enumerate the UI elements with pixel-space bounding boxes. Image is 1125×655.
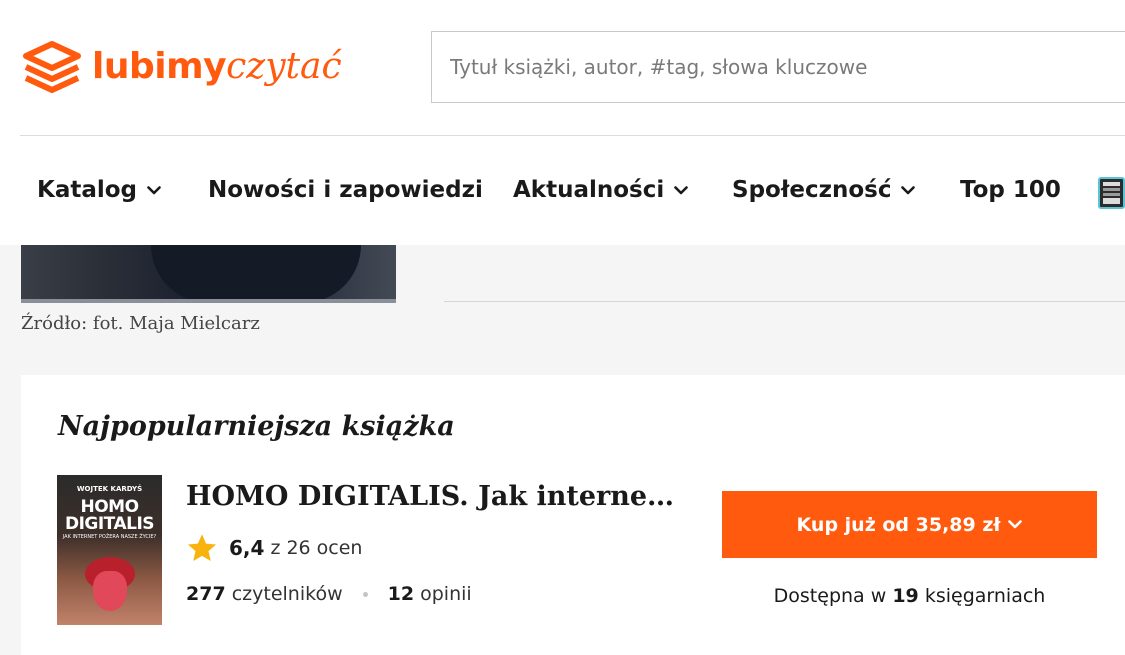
buy-button-label: Kup już od 35,89 zł bbox=[796, 513, 1001, 536]
chevron-down-icon bbox=[674, 185, 689, 194]
section-divider bbox=[444, 301, 1125, 302]
header-divider bbox=[20, 135, 1125, 136]
reviews-count: 12 bbox=[387, 583, 415, 605]
availability-text: Dostępna w 19 księgarniach bbox=[722, 585, 1097, 607]
readers-label: czytelników bbox=[231, 583, 343, 605]
photo-figure bbox=[151, 245, 361, 303]
article-photo bbox=[21, 245, 396, 303]
nav-item-katalog[interactable]: Katalog bbox=[37, 170, 161, 210]
availability-suffix: księgarniach bbox=[924, 585, 1046, 607]
cover-title-line2: DIGITALIS bbox=[64, 514, 155, 534]
nav-item-label: Aktualności bbox=[513, 177, 665, 203]
site-header: lubimyczytać Katalog Nowości i zapowiedz… bbox=[0, 0, 1125, 245]
nav-item-spolecznosc[interactable]: Społeczność bbox=[732, 170, 916, 210]
readers-count: 277 bbox=[186, 583, 226, 605]
search-box bbox=[431, 31, 1125, 103]
star-icon bbox=[187, 534, 217, 562]
nav-item-label: Top 100 bbox=[960, 177, 1061, 203]
site-logo[interactable]: lubimyczytać bbox=[20, 40, 342, 94]
reviews-label: opinii bbox=[420, 583, 472, 605]
photo-edge bbox=[21, 299, 396, 303]
availability-prefix: Dostępna w bbox=[773, 585, 887, 607]
nav-item-top100[interactable]: Top 100 bbox=[960, 170, 1061, 210]
main-nav: Katalog Nowości i zapowiedzi Aktualności… bbox=[0, 170, 1125, 214]
separator-dot bbox=[362, 591, 368, 597]
popular-book-card: Najpopularniejsza książka WOJTEK KARDYŚ … bbox=[21, 375, 1125, 655]
cover-subtitle: JAK INTERNET POŻERA NASZE ŻYCIE? bbox=[62, 534, 157, 540]
book-promo-icon[interactable] bbox=[1098, 176, 1125, 210]
buy-button[interactable]: Kup już od 35,89 zł bbox=[722, 491, 1097, 558]
nav-item-nowosci[interactable]: Nowości i zapowiedzi bbox=[208, 170, 483, 210]
nav-item-aktualnosci[interactable]: Aktualności bbox=[513, 170, 689, 210]
book-stats: 277 czytelników 12 opinii bbox=[186, 583, 472, 605]
rating-value: 6,4 bbox=[229, 536, 265, 560]
nav-item-label: Społeczność bbox=[732, 177, 892, 203]
site-logo-text: lubimyczytać bbox=[92, 49, 342, 85]
section-title: Najpopularniejsza książka bbox=[58, 411, 455, 442]
book-title-link[interactable]: HOMO DIGITALIS. Jak internet p... bbox=[186, 481, 686, 512]
search-input[interactable] bbox=[432, 32, 1125, 102]
logo-text-part2: czytać bbox=[226, 46, 342, 87]
photo-caption: Źródło: fot. Maja Mielcarz bbox=[21, 313, 260, 334]
book-rating: 6,4 z 26 ocen bbox=[186, 533, 362, 563]
cover-title: HOMO DIGITALIS bbox=[57, 499, 162, 533]
nav-item-label: Katalog bbox=[37, 177, 138, 203]
rating-count: z 26 ocen bbox=[270, 537, 363, 559]
availability-count: 19 bbox=[892, 585, 919, 607]
logo-text-part1: lubimy bbox=[92, 46, 227, 87]
chevron-down-icon bbox=[1008, 520, 1023, 529]
books-stack-icon bbox=[23, 41, 81, 93]
cover-author: WOJTEK KARDYŚ bbox=[76, 485, 143, 493]
book-cover[interactable]: WOJTEK KARDYŚ HOMO DIGITALIS JAK INTERNE… bbox=[57, 475, 162, 625]
cover-tongue-illustration bbox=[93, 571, 127, 611]
chevron-down-icon bbox=[147, 185, 161, 194]
chevron-down-icon bbox=[901, 185, 916, 194]
nav-item-label: Nowości i zapowiedzi bbox=[208, 177, 483, 203]
